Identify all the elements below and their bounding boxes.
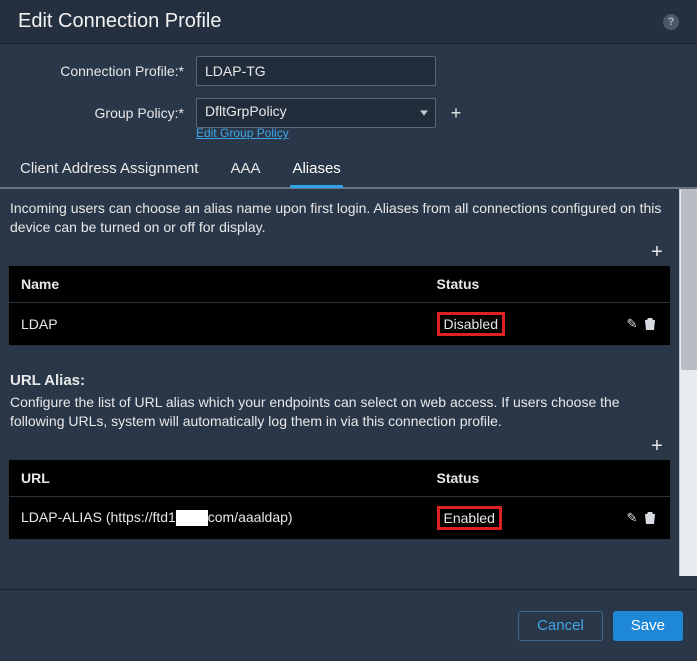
edit-group-policy-link[interactable]: Edit Group Policy [196, 126, 679, 140]
url-prefix: LDAP-ALIAS (https://ftd1 [21, 509, 176, 525]
save-button[interactable]: Save [613, 611, 683, 641]
tabs: Client Address Assignment AAA Aliases [0, 152, 697, 188]
add-url-alias-button[interactable]: + [647, 437, 667, 457]
status-badge: Disabled [437, 312, 505, 336]
table-row: LDAP Disabled ✎ [9, 302, 671, 345]
tab-content-area: Incoming users can choose an alias name … [0, 188, 697, 576]
scrollbar[interactable] [679, 189, 697, 576]
dialog-footer: Cancel Save [0, 589, 697, 661]
url-alias-heading: URL Alias: [8, 370, 671, 391]
help-icon[interactable]: ? [663, 14, 679, 30]
delete-icon[interactable] [642, 510, 658, 526]
cancel-button[interactable]: Cancel [518, 611, 603, 641]
url-actions-cell: ✎ [585, 496, 671, 539]
label-connection-profile: Connection Profile:* [18, 63, 196, 79]
url-col-url: URL [9, 459, 425, 496]
url-alias-description: Configure the list of URL alias which yo… [8, 391, 671, 437]
alias-status-cell: Disabled [425, 302, 585, 345]
delete-icon[interactable] [642, 316, 658, 332]
edit-icon[interactable]: ✎ [624, 510, 640, 526]
chevron-down-icon [420, 111, 428, 116]
tab-client-address-assignment[interactable]: Client Address Assignment [18, 152, 200, 188]
url-col-actions [585, 459, 671, 496]
url-suffix: com/aaaldap) [208, 509, 293, 525]
url-alias-table: URL Status LDAP-ALIAS (https://ftd1.com/… [8, 459, 671, 540]
url-cell: LDAP-ALIAS (https://ftd1.com/aaaldap) [9, 496, 425, 539]
url-status-cell: Enabled [425, 496, 585, 539]
alias-actions-cell: ✎ [585, 302, 671, 345]
edit-icon[interactable]: ✎ [624, 316, 640, 332]
url-col-status: Status [425, 459, 585, 496]
table-row: LDAP-ALIAS (https://ftd1.com/aaaldap) En… [9, 496, 671, 539]
add-group-policy-button[interactable]: + [446, 103, 466, 123]
alias-col-actions [585, 265, 671, 302]
form-area: Connection Profile:* Group Policy:* Dflt… [0, 44, 697, 152]
add-alias-button[interactable]: + [647, 243, 667, 263]
url-masked: . [176, 510, 208, 525]
alias-col-status: Status [425, 265, 585, 302]
select-group-policy-value: DfltGrpPolicy [196, 98, 436, 128]
select-group-policy[interactable]: DfltGrpPolicy [196, 98, 436, 128]
label-group-policy: Group Policy:* [18, 105, 196, 121]
status-badge: Enabled [437, 506, 502, 530]
scrollbar-thumb[interactable] [681, 190, 697, 370]
aliases-content: Incoming users can choose an alias name … [0, 189, 679, 576]
row-group-policy: Group Policy:* DfltGrpPolicy + [18, 98, 679, 128]
row-connection-profile: Connection Profile:* [18, 56, 679, 86]
alias-name-cell: LDAP [9, 302, 425, 345]
tab-aliases[interactable]: Aliases [290, 152, 342, 188]
dialog-header: Edit Connection Profile ? [0, 0, 697, 44]
tab-aaa[interactable]: AAA [228, 152, 262, 188]
input-connection-profile[interactable] [196, 56, 436, 86]
alias-description: Incoming users can choose an alias name … [8, 197, 671, 243]
alias-table: Name Status LDAP Disabled ✎ [8, 265, 671, 346]
alias-col-name: Name [9, 265, 425, 302]
dialog-title: Edit Connection Profile [18, 10, 221, 33]
